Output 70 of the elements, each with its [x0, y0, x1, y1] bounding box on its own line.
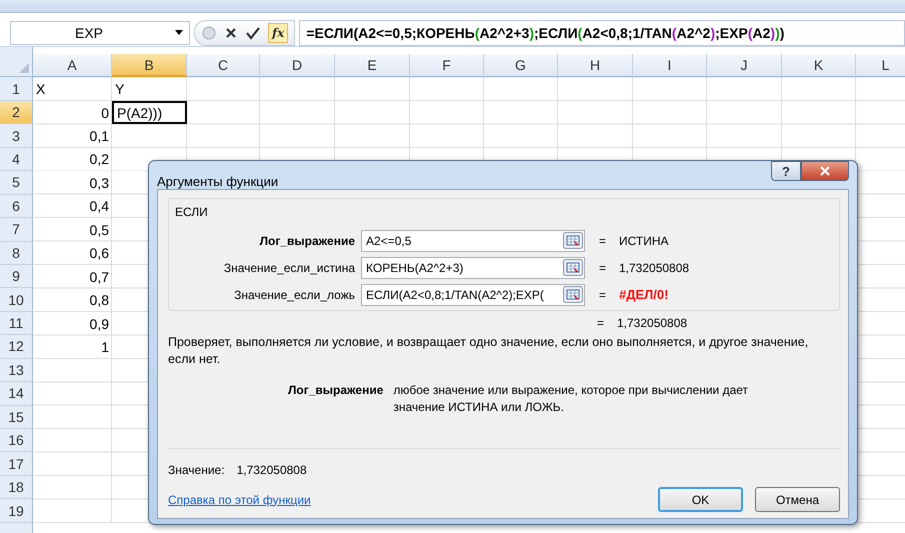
- column-header[interactable]: I: [633, 54, 707, 78]
- enter-icon[interactable]: [245, 26, 261, 40]
- table-cell[interactable]: 0,4: [33, 194, 112, 218]
- column-header[interactable]: F: [410, 54, 484, 78]
- equals-sign: =: [599, 234, 608, 248]
- column-header[interactable]: L: [856, 54, 905, 78]
- dot-icon: [201, 24, 217, 40]
- equals-sign: =: [599, 260, 608, 274]
- table-cell[interactable]: 0,8: [33, 288, 112, 312]
- argument-label: Лог_выражение: [258, 234, 356, 248]
- dialog-title: Аргументы функции: [157, 174, 278, 189]
- argument-label: Значение_если_истина: [222, 260, 356, 274]
- table-cell[interactable]: 0,7: [33, 264, 112, 288]
- equals-sign: =: [597, 316, 606, 330]
- argument-description: любое значение или выражение, которое при вычислении дает значение ИСТИНА или ЛОЖЬ.: [393, 382, 750, 416]
- row-header[interactable]: 15: [0, 406, 33, 429]
- table-cell[interactable]: 0,1: [33, 124, 112, 148]
- column-header[interactable]: J: [707, 54, 782, 78]
- function-description: Проверяет, выполняется ли условие, и возвращает одно значение, если оно выполняется, и другое значение, если нет.: [168, 334, 810, 368]
- range-select-icon[interactable]: [563, 286, 583, 303]
- table-cell[interactable]: 0,2: [33, 148, 112, 172]
- column-header[interactable]: K: [782, 54, 856, 78]
- argument-field[interactable]: КОРЕНЬ(A2^2+3): [361, 256, 585, 278]
- close-button[interactable]: [801, 161, 849, 181]
- argument-result: ИСТИНА: [619, 234, 669, 248]
- argument-result: #ДЕЛ/0!: [619, 287, 668, 302]
- row-header[interactable]: 14: [0, 382, 33, 406]
- active-cell[interactable]: P(A2))): [112, 100, 187, 124]
- argument-field[interactable]: A2<=0,5: [361, 230, 585, 252]
- name-box[interactable]: EXP: [10, 20, 190, 44]
- ok-button[interactable]: OK: [658, 487, 743, 512]
- caret-icon: [175, 30, 183, 35]
- column-header[interactable]: H: [558, 54, 633, 78]
- triangle-icon: [19, 63, 29, 74]
- argument-result: 1,732050808: [619, 260, 690, 274]
- formula-result: 1,732050808: [617, 316, 688, 330]
- argument-field[interactable]: ЕСЛИ(A2<0,8;1/TAN(A2^2);EXP(: [361, 284, 585, 306]
- help-link[interactable]: Справка по этой функции: [168, 492, 311, 506]
- column-header[interactable]: C: [187, 54, 260, 78]
- value-text: 1,732050808: [236, 463, 307, 477]
- cancel-button[interactable]: Отмена: [755, 487, 840, 512]
- table-cell[interactable]: 0,6: [33, 242, 112, 265]
- close-icon: [819, 166, 831, 176]
- column-header[interactable]: A: [33, 54, 112, 78]
- insert-function-button[interactable]: fx: [268, 22, 288, 42]
- table-cell[interactable]: 0,9: [33, 312, 112, 336]
- column-header[interactable]: D: [260, 54, 335, 78]
- range-select-icon[interactable]: [563, 259, 583, 276]
- column-header[interactable]: B: [112, 54, 187, 78]
- row-header[interactable]: 13: [0, 358, 33, 382]
- table-cell[interactable]: X: [33, 77, 112, 101]
- column-header[interactable]: E: [335, 54, 410, 78]
- function-name: ЕСЛИ: [175, 205, 209, 219]
- equals-sign: =: [599, 288, 608, 302]
- table-cell[interactable]: 0: [33, 100, 112, 124]
- row-header[interactable]: 2: [0, 100, 33, 124]
- table-cell[interactable]: 1: [33, 335, 112, 359]
- table-cell[interactable]: Y: [112, 77, 187, 101]
- argument-label: Значение_если_ложь: [233, 288, 356, 302]
- help-button[interactable]: ?: [771, 161, 801, 181]
- row-header[interactable]: 6: [0, 194, 33, 218]
- row-header[interactable]: 8: [0, 242, 33, 265]
- column-header[interactable]: G: [484, 54, 558, 78]
- argument-name: Лог_выражение: [288, 382, 384, 399]
- value-label: Значение:: [168, 463, 225, 477]
- table-cell[interactable]: 0,5: [33, 218, 112, 242]
- range-select-icon[interactable]: [563, 232, 583, 249]
- cancel-icon[interactable]: [224, 26, 238, 40]
- table-cell[interactable]: 0,3: [33, 171, 112, 195]
- formula-field[interactable]: =ЕСЛИ(A2<=0,5;КОРЕНЬ(A2^2+3);ЕСЛИ(A2<0,8;1/TAN(A2^2);EXP(A2))): [299, 20, 905, 46]
